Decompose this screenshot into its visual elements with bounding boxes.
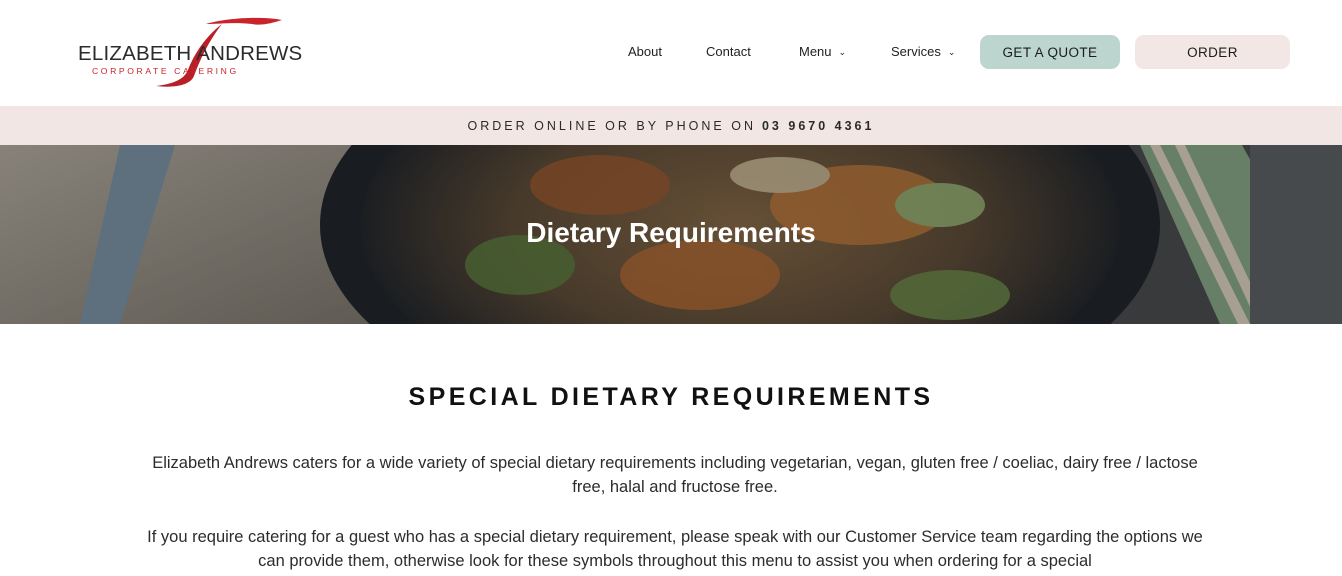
phone-banner-text: ORDER ONLINE OR BY PHONE ON: [467, 118, 756, 133]
logo-wordmark: ELIZABETH ANDREWS: [78, 42, 303, 65]
phone-number-link[interactable]: 03 9670 4361: [762, 119, 874, 133]
nav-services-label: Services: [891, 44, 941, 59]
dietary-intro-paragraph: Elizabeth Andrews caters for a wide vari…: [152, 454, 1198, 496]
nav-contact[interactable]: Contact: [706, 44, 751, 59]
nav-menu[interactable]: Menu ⌄: [799, 44, 846, 59]
site-header: ELIZABETH ANDREWS CORPORATE CATERING Abo…: [0, 0, 1342, 106]
dietary-guidance-paragraph: If you require catering for a guest who …: [147, 528, 1203, 570]
chevron-down-icon: ⌄: [947, 47, 956, 57]
order-button[interactable]: ORDER: [1135, 35, 1290, 69]
nav-about[interactable]: About: [628, 44, 662, 59]
logo-tagline: CORPORATE CATERING: [92, 66, 239, 76]
get-a-quote-button[interactable]: GET A QUOTE: [980, 35, 1120, 69]
hero-banner: Dietary Requirements: [0, 145, 1342, 324]
nav-services[interactable]: Services ⌄: [891, 44, 955, 59]
hero-title: Dietary Requirements: [526, 217, 816, 248]
logo[interactable]: ELIZABETH ANDREWS CORPORATE CATERING: [76, 14, 316, 90]
phone-banner: ORDER ONLINE OR BY PHONE ON 03 9670 4361: [0, 106, 1342, 145]
nav-menu-label: Menu: [799, 44, 832, 59]
section-heading: SPECIAL DIETARY REQUIREMENTS: [408, 383, 934, 411]
chevron-down-icon: ⌄: [838, 47, 847, 57]
